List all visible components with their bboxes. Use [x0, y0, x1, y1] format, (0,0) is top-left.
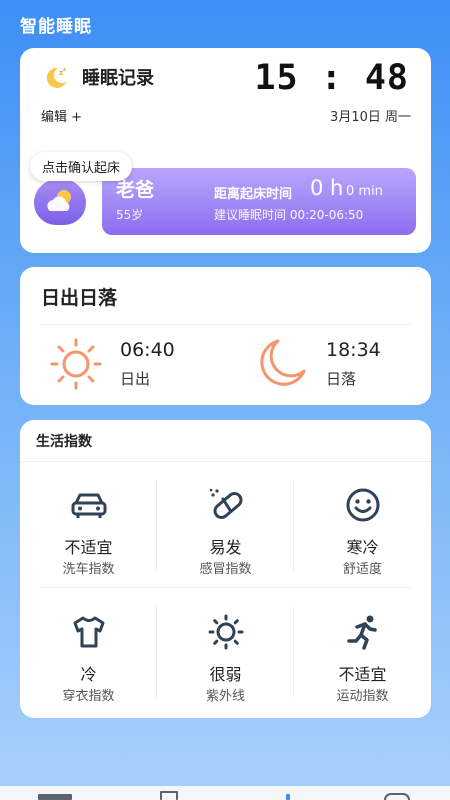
sun-card: 日出日落 06:40 日出 18:34 日落 — [20, 267, 431, 405]
index-label: 紫外线 — [205, 689, 245, 704]
wake-countdown-hours: 0 h — [310, 176, 344, 200]
index-value: 很弱 — [209, 665, 242, 684]
index-item-comfort[interactable]: 寒冷 舒适度 — [294, 470, 431, 580]
wake-countdown-minutes: 0 min — [346, 184, 383, 199]
index-value: 易发 — [209, 538, 242, 557]
sleep-advice: 建议睡眠时间 00:20-06:50 — [214, 208, 364, 222]
index-label: 舒适度 — [342, 562, 382, 577]
index-value: 冷 — [80, 665, 97, 684]
sunrise-icon — [50, 338, 102, 390]
confirm-wake-tooltip[interactable]: 点击确认起床 — [30, 152, 133, 181]
svg-text:z: z — [63, 67, 66, 73]
index-label: 运动指数 — [336, 689, 389, 704]
running-icon — [346, 615, 377, 650]
cloud-sun-icon — [47, 190, 71, 211]
index-label: 穿衣指数 — [62, 689, 115, 704]
moon-icon: z z — [46, 67, 66, 88]
index-item-dressing[interactable]: 冷 穿衣指数 — [20, 597, 157, 707]
index-value: 寒冷 — [346, 538, 379, 557]
tab-device-icon[interactable] — [160, 791, 178, 800]
divider — [40, 587, 411, 588]
divider — [40, 324, 411, 325]
profile-age: 55岁 — [116, 208, 144, 222]
sunrise-time: 06:40 — [120, 339, 175, 361]
life-index-card: 生活指数 不适宜 洗车指数 易发 感冒指数 寒冷 舒适度 冷 穿衣指数 很弱 紫… — [20, 420, 431, 718]
index-item-sport[interactable]: 不适宜 运动指数 — [294, 597, 431, 707]
crescent-moon-icon — [260, 339, 306, 386]
sunrise-label: 日出 — [120, 370, 151, 388]
car-icon — [71, 493, 106, 518]
shirt-icon — [73, 616, 104, 648]
app-title: 智能睡眠 — [20, 17, 92, 37]
smiley-icon — [346, 488, 379, 522]
tab-sleep-icon[interactable] — [286, 794, 290, 800]
index-item-car-wash[interactable]: 不适宜 洗车指数 — [20, 470, 157, 580]
index-item-cold[interactable]: 易发 感冒指数 — [157, 470, 294, 580]
sun-card-title: 日出日落 — [41, 287, 118, 309]
index-value: 不适宜 — [338, 665, 387, 684]
index-label: 感冒指数 — [199, 562, 252, 577]
bottom-tab-bar — [0, 786, 450, 800]
tab-home-icon[interactable] — [38, 794, 72, 800]
sunset-time: 18:34 — [326, 339, 381, 361]
life-index-title: 生活指数 — [36, 434, 92, 450]
profile-bar[interactable]: 老爸 55岁 距离起床时间 0 h 0 min 建议睡眠时间 00:20-06:… — [102, 168, 416, 235]
avatar[interactable] — [34, 179, 86, 225]
wake-countdown-label: 距离起床时间 — [214, 187, 293, 202]
index-value: 不适宜 — [64, 538, 113, 557]
index-label: 洗车指数 — [62, 562, 115, 577]
sleep-record-card: z z 睡眠记录 15 : 48 3月10日 周一 编辑 + 老爸 55岁 距离… — [20, 48, 431, 253]
edit-button[interactable]: 编辑 + — [41, 106, 82, 125]
divider — [20, 461, 431, 462]
current-date: 3月10日 周一 — [330, 110, 411, 125]
sunset-label: 日落 — [326, 370, 357, 388]
pill-icon — [209, 488, 243, 519]
tab-profile-icon[interactable] — [384, 793, 410, 800]
current-time: 15 : 48 — [254, 58, 409, 98]
index-item-uv[interactable]: 很弱 紫外线 — [157, 597, 294, 707]
sleep-record-title: 睡眠记录 — [82, 68, 154, 89]
sun-icon — [208, 614, 243, 650]
